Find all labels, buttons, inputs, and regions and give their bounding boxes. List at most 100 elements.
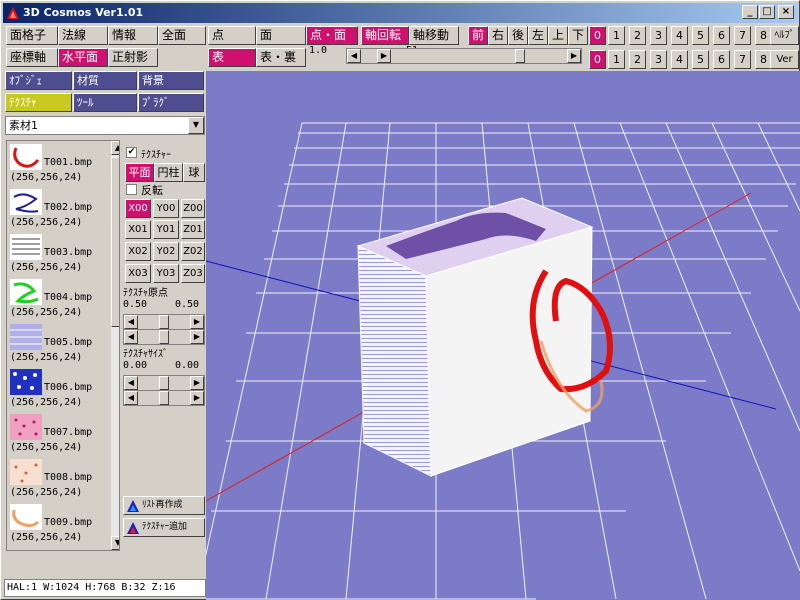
- maximize-button[interactable]: □: [759, 5, 775, 19]
- axis-y00-button[interactable]: Y00: [153, 199, 179, 218]
- face-button[interactable]: 面: [256, 26, 306, 45]
- slider-end-arrow-icon[interactable]: ▶: [567, 49, 581, 63]
- slider-thumb[interactable]: [159, 330, 169, 344]
- texture-list[interactable]: T001.bmp (256,256,24) T002.bmp (256,256,…: [6, 140, 120, 551]
- slider-thumb[interactable]: [159, 376, 169, 390]
- list-item[interactable]: T008.bmp (256,256,24): [8, 456, 106, 500]
- view-top-button[interactable]: 上: [548, 26, 568, 45]
- mapping-plane-button[interactable]: 平面: [125, 163, 154, 182]
- slider-left-arrow-icon[interactable]: ◀: [124, 376, 138, 390]
- slider-right-arrow-icon[interactable]: ▶: [377, 49, 391, 63]
- list-item[interactable]: T006.bmp (256,256,24): [8, 366, 106, 410]
- list-item[interactable]: T004.bmp (256,256,24): [8, 276, 106, 320]
- rebuild-list-button[interactable]: ﾘｽﾄ再作成: [123, 496, 205, 515]
- list-item[interactable]: T003.bmp (256,256,24): [8, 231, 106, 275]
- axis-z03-button[interactable]: Z03: [181, 264, 205, 283]
- preset-1-button[interactable]: 1: [608, 26, 625, 45]
- slider-right-arrow-icon[interactable]: ▶: [190, 315, 204, 329]
- mapping-cylinder-button[interactable]: 円柱: [154, 163, 183, 182]
- face-grid-button[interactable]: 面格子: [6, 26, 58, 45]
- list-item[interactable]: T007.bmp (256,256,24): [8, 411, 106, 455]
- preset-b-1-button[interactable]: 1: [608, 50, 625, 69]
- list-item[interactable]: T005.bmp (256,256,24): [8, 321, 106, 365]
- slider-thumb[interactable]: [159, 315, 169, 329]
- coord-axis-button[interactable]: 座標軸: [6, 48, 58, 67]
- scrollbar-thumb[interactable]: [111, 157, 119, 327]
- normal-button[interactable]: 法線: [58, 26, 108, 45]
- preset-0-button[interactable]: 0: [589, 26, 606, 45]
- axis-y03-button[interactable]: Y03: [153, 264, 179, 283]
- reverse-checkbox[interactable]: [126, 184, 137, 195]
- slider-right-arrow-icon[interactable]: ▶: [190, 330, 204, 344]
- preset-2-button[interactable]: 2: [629, 26, 646, 45]
- point-button[interactable]: 点: [208, 26, 256, 45]
- both-sides-button[interactable]: 表・裏: [256, 48, 306, 67]
- axis-x03-button[interactable]: X03: [125, 264, 151, 283]
- view-left-button[interactable]: 左: [528, 26, 548, 45]
- ortho-projection-button[interactable]: 正射影: [108, 48, 158, 67]
- view-bottom-button[interactable]: 下: [568, 26, 588, 45]
- axis-z02-button[interactable]: Z02: [181, 242, 205, 261]
- tab-tool[interactable]: ﾂｰﾙ: [73, 93, 137, 112]
- close-button[interactable]: ×: [778, 5, 794, 19]
- axis-x01-button[interactable]: X01: [125, 220, 151, 239]
- view-back-button[interactable]: 後: [508, 26, 528, 45]
- chevron-down-icon[interactable]: ▼: [188, 117, 204, 134]
- tab-texture[interactable]: ﾃｸｽﾁｬ: [5, 93, 72, 112]
- list-scrollbar[interactable]: ▲ ▼: [111, 141, 119, 550]
- all-faces-button[interactable]: 全面: [158, 26, 206, 45]
- info-button[interactable]: 情報: [108, 26, 158, 45]
- help-button[interactable]: ﾍﾙﾌﾟ: [770, 26, 799, 45]
- material-select[interactable]: 素材1 ▼: [5, 116, 205, 135]
- preset-5-button[interactable]: 5: [692, 26, 709, 45]
- list-item[interactable]: T001.bmp (256,256,24): [8, 141, 106, 185]
- tab-background[interactable]: 背景: [138, 71, 204, 90]
- axis-move-button[interactable]: 軸移動: [409, 26, 459, 45]
- slider-right-arrow-icon[interactable]: ▶: [190, 376, 204, 390]
- preset-b-5-button[interactable]: 5: [692, 50, 709, 69]
- point-face-button[interactable]: 点・面: [306, 26, 358, 45]
- texture-checkbox[interactable]: ✔: [126, 147, 137, 158]
- axis-z00-button[interactable]: Z00: [181, 199, 205, 218]
- preset-b-4-button[interactable]: 4: [671, 50, 688, 69]
- axis-y01-button[interactable]: Y01: [153, 220, 179, 239]
- preset-4-button[interactable]: 4: [671, 26, 688, 45]
- scroll-down-icon[interactable]: ▼: [111, 536, 119, 550]
- slider-left-arrow-icon[interactable]: ◀: [124, 391, 138, 405]
- slider-thumb[interactable]: [514, 49, 525, 63]
- preset-b-3-button[interactable]: 3: [650, 50, 667, 69]
- list-item[interactable]: T002.bmp (256,256,24): [8, 186, 106, 230]
- preset-6-button[interactable]: 6: [713, 26, 730, 45]
- axis-y02-button[interactable]: Y02: [153, 242, 179, 261]
- size-x-slider[interactable]: ◀ ▶: [123, 375, 205, 391]
- preset-b-2-button[interactable]: 2: [629, 50, 646, 69]
- add-texture-button[interactable]: ﾃｸｽﾁｬｰ追加: [123, 518, 205, 537]
- axis-z01-button[interactable]: Z01: [181, 220, 205, 239]
- zoom-slider[interactable]: ◀ ▶ ▶: [346, 48, 582, 64]
- scroll-up-icon[interactable]: ▲: [111, 141, 119, 155]
- origin-x-slider[interactable]: ◀ ▶: [123, 314, 205, 330]
- 3d-viewport[interactable]: [206, 71, 800, 600]
- slider-left-arrow-icon[interactable]: ◀: [124, 315, 138, 329]
- preset-b-7-button[interactable]: 7: [734, 50, 751, 69]
- origin-y-slider[interactable]: ◀ ▶: [123, 329, 205, 345]
- tab-material[interactable]: 材質: [73, 71, 137, 90]
- view-right-button[interactable]: 右: [488, 26, 508, 45]
- view-front-button[interactable]: 前: [468, 26, 488, 45]
- version-button[interactable]: Ver: [770, 50, 799, 69]
- tab-object[interactable]: ｵﾌﾞｼﾞｪ: [5, 71, 72, 90]
- slider-left-arrow-icon[interactable]: ◀: [347, 49, 361, 63]
- preset-3-button[interactable]: 3: [650, 26, 667, 45]
- preset-b-6-button[interactable]: 6: [713, 50, 730, 69]
- axis-x00-button[interactable]: X00: [125, 199, 151, 218]
- axis-x02-button[interactable]: X02: [125, 242, 151, 261]
- minimize-button[interactable]: _: [742, 5, 758, 19]
- axis-rotate-button[interactable]: 軸回転: [361, 26, 409, 45]
- mapping-sphere-button[interactable]: 球: [183, 163, 205, 182]
- front-side-button[interactable]: 表: [208, 48, 256, 67]
- list-item[interactable]: T009.bmp (256,256,24): [8, 501, 106, 545]
- slider-right-arrow-icon[interactable]: ▶: [190, 391, 204, 405]
- preset-b-0-button[interactable]: 0: [589, 50, 606, 69]
- size-y-slider[interactable]: ◀ ▶: [123, 390, 205, 406]
- slider-left-arrow-icon[interactable]: ◀: [124, 330, 138, 344]
